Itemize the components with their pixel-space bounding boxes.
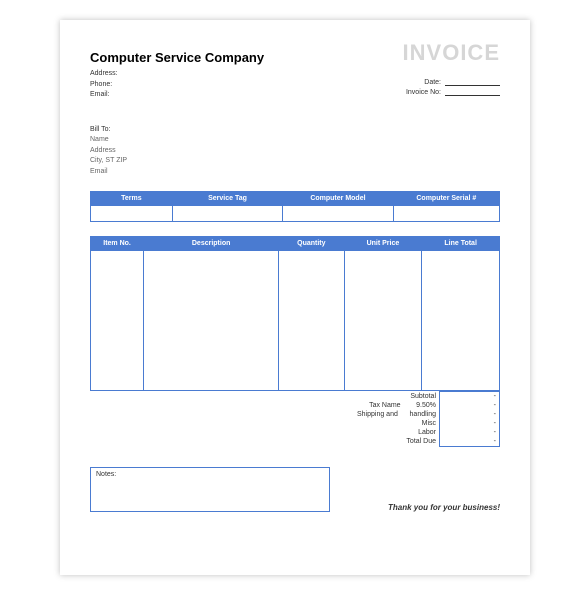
thanks-text: Thank you for your business! <box>388 503 500 512</box>
subtotal-value: - <box>440 392 500 402</box>
th-computer-model: Computer Model <box>283 192 393 206</box>
tax-name-label: Tax Name <box>369 402 401 409</box>
invoiceno-value-line <box>445 88 500 96</box>
date-line: Date: <box>403 78 500 86</box>
items-body-row <box>91 251 500 391</box>
th-quantity: Quantity <box>279 237 344 251</box>
shipping-label: Shipping and <box>357 411 398 418</box>
th-terms: Terms <box>91 192 173 206</box>
labor-label: Labor <box>330 428 440 437</box>
totals-block: Subtotal - Tax Name 9.50% - Shipping and… <box>90 391 500 447</box>
billto-block: Bill To: Name Address City, ST ZIP Email <box>90 125 500 178</box>
company-name: Computer Service Company <box>90 50 264 65</box>
header-right: INVOICE Date: Invoice No: <box>403 50 500 98</box>
company-address-label: Address: <box>90 69 264 80</box>
billto-email: Email <box>90 167 500 178</box>
invoiceno-label: Invoice No: <box>406 89 441 96</box>
labor-value: - <box>440 428 500 437</box>
service-row <box>91 206 500 222</box>
th-description: Description <box>144 237 279 251</box>
misc-value: - <box>440 419 500 428</box>
invoice-title: INVOICE <box>403 40 500 66</box>
subtotal-label: Subtotal <box>330 392 440 402</box>
billto-address: Address <box>90 146 500 157</box>
tax-row: Tax Name 9.50% <box>330 401 440 410</box>
totals-table: Subtotal - Tax Name 9.50% - Shipping and… <box>330 391 501 447</box>
date-value-line <box>445 78 500 86</box>
invoice-page: Computer Service Company Address: Phone:… <box>60 20 530 575</box>
totaldue-value: - <box>440 437 500 447</box>
tax-value: - <box>440 401 500 410</box>
handling-value: - <box>440 410 500 419</box>
th-linetotal: Line Total <box>422 237 500 251</box>
date-label: Date: <box>424 79 441 86</box>
service-info-table: Terms Service Tag Computer Model Compute… <box>90 191 500 222</box>
shipping-row: Shipping and handling <box>330 410 440 419</box>
th-unitprice: Unit Price <box>344 237 422 251</box>
tax-rate: 9.50% <box>416 402 436 409</box>
th-itemno: Item No. <box>91 237 144 251</box>
items-table: Item No. Description Quantity Unit Price… <box>90 236 500 391</box>
company-block: Computer Service Company Address: Phone:… <box>90 50 264 101</box>
billto-name: Name <box>90 135 500 146</box>
footer-row: Notes: Thank you for your business! <box>90 447 500 512</box>
th-service-tag: Service Tag <box>172 192 282 206</box>
notes-box: Notes: <box>90 467 330 512</box>
company-phone-label: Phone: <box>90 80 264 91</box>
billto-citystzip: City, ST ZIP <box>90 156 500 167</box>
handling-label: handling <box>410 411 436 418</box>
notes-label: Notes: <box>96 471 116 478</box>
header-row: Computer Service Company Address: Phone:… <box>90 50 500 101</box>
invoiceno-line: Invoice No: <box>403 88 500 96</box>
company-email-label: Email: <box>90 90 264 101</box>
misc-label: Misc <box>330 419 440 428</box>
th-computer-serial: Computer Serial # <box>393 192 499 206</box>
billto-header: Bill To: <box>90 125 500 136</box>
totaldue-label: Total Due <box>330 437 440 447</box>
